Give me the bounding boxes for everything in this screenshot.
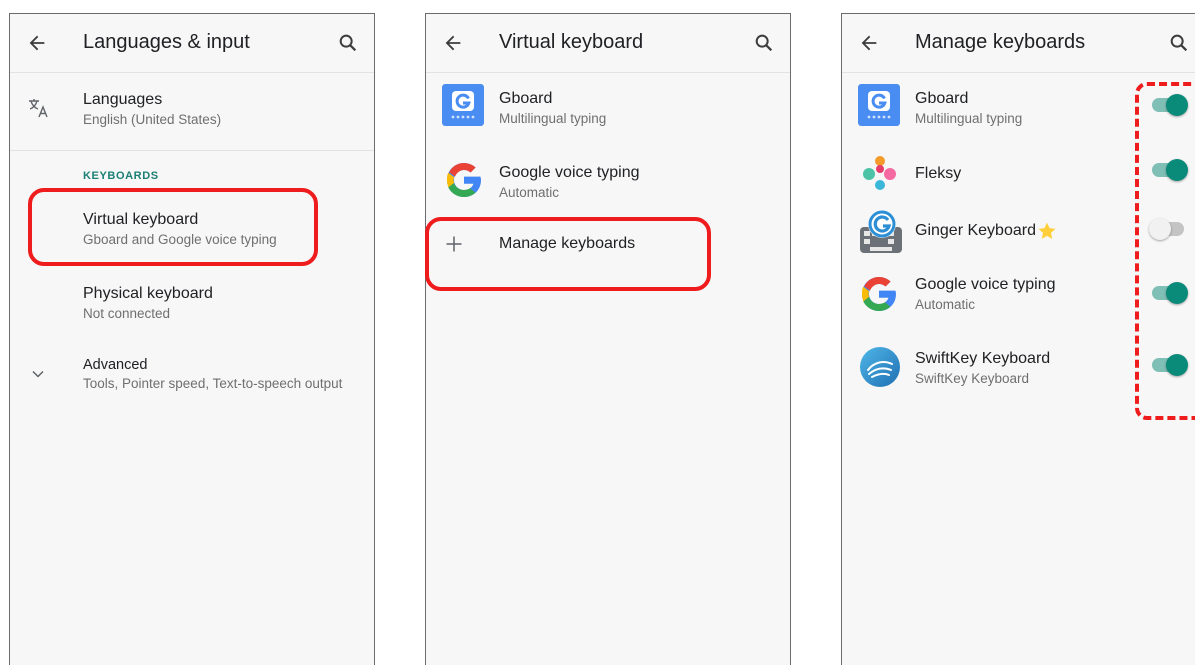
back-arrow-icon[interactable] [858, 32, 880, 54]
screen-virtual-keyboard: Virtual keyboard Gboard Multilingual typ… [425, 13, 791, 665]
google-g-icon [861, 277, 896, 311]
languages-item[interactable]: Languages English (United States) [10, 86, 374, 140]
google-g-icon [446, 163, 481, 197]
gboard-subtitle: Multilingual typing [499, 111, 607, 126]
divider [10, 150, 374, 151]
gboard-icon [442, 84, 484, 126]
app-bar: Manage keyboards [842, 14, 1195, 73]
app-bar: Virtual keyboard [426, 14, 790, 73]
keyboard-name: Google voice typing [915, 276, 1056, 293]
physical-keyboard-title: Physical keyboard [83, 285, 213, 302]
voice-typing-subtitle: Automatic [499, 185, 560, 200]
page-title: Manage keyboards [915, 31, 1086, 53]
search-icon[interactable] [337, 32, 359, 54]
search-icon[interactable] [753, 32, 775, 54]
highlight-manage-keyboards [425, 217, 711, 291]
back-arrow-icon[interactable] [442, 32, 464, 54]
advanced-item[interactable]: Advanced Tools, Pointer speed, Text-to-s… [10, 352, 374, 406]
highlight-toggles [1135, 82, 1195, 420]
chevron-down-icon [32, 370, 44, 378]
page-title: Virtual keyboard [499, 31, 644, 53]
screen-languages-input: Languages & input Languages English (Uni… [9, 13, 375, 665]
ginger-icon [860, 210, 902, 253]
physical-keyboard-item[interactable]: Physical keyboard Not connected [10, 280, 374, 334]
keyboard-name: Ginger Keyboard [915, 222, 1036, 239]
star-icon [1038, 222, 1056, 239]
highlight-virtual-keyboard [28, 188, 318, 266]
swiftkey-icon [860, 347, 900, 387]
app-bar: Languages & input [10, 14, 374, 73]
translate-icon [29, 99, 48, 118]
advanced-title: Advanced [83, 357, 148, 373]
search-icon[interactable] [1168, 32, 1190, 54]
back-arrow-icon[interactable] [26, 32, 48, 54]
keyboard-name: SwiftKey Keyboard [915, 350, 1051, 367]
keyboard-subtitle: Multilingual typing [915, 111, 1023, 126]
keyboard-subtitle: SwiftKey Keyboard [915, 371, 1030, 386]
section-label-keyboards: KEYBOARDS [83, 170, 159, 182]
languages-title: Languages [83, 91, 163, 108]
gboard-icon [858, 84, 900, 126]
fleksy-icon [863, 156, 896, 190]
keyboard-subtitle: Automatic [915, 297, 976, 312]
advanced-subtitle: Tools, Pointer speed, Text-to-speech out… [83, 376, 343, 391]
keyboard-name: Fleksy [915, 165, 962, 182]
page-title: Languages & input [83, 31, 250, 53]
languages-subtitle: English (United States) [83, 112, 222, 127]
keyboard-name: Gboard [915, 90, 969, 107]
google-voice-typing-item[interactable]: Google voice typing Automatic [426, 158, 790, 212]
voice-typing-title: Google voice typing [499, 164, 640, 181]
physical-keyboard-subtitle: Not connected [83, 306, 171, 321]
gboard-title: Gboard [499, 90, 553, 107]
gboard-item[interactable]: Gboard Multilingual typing [426, 84, 790, 138]
